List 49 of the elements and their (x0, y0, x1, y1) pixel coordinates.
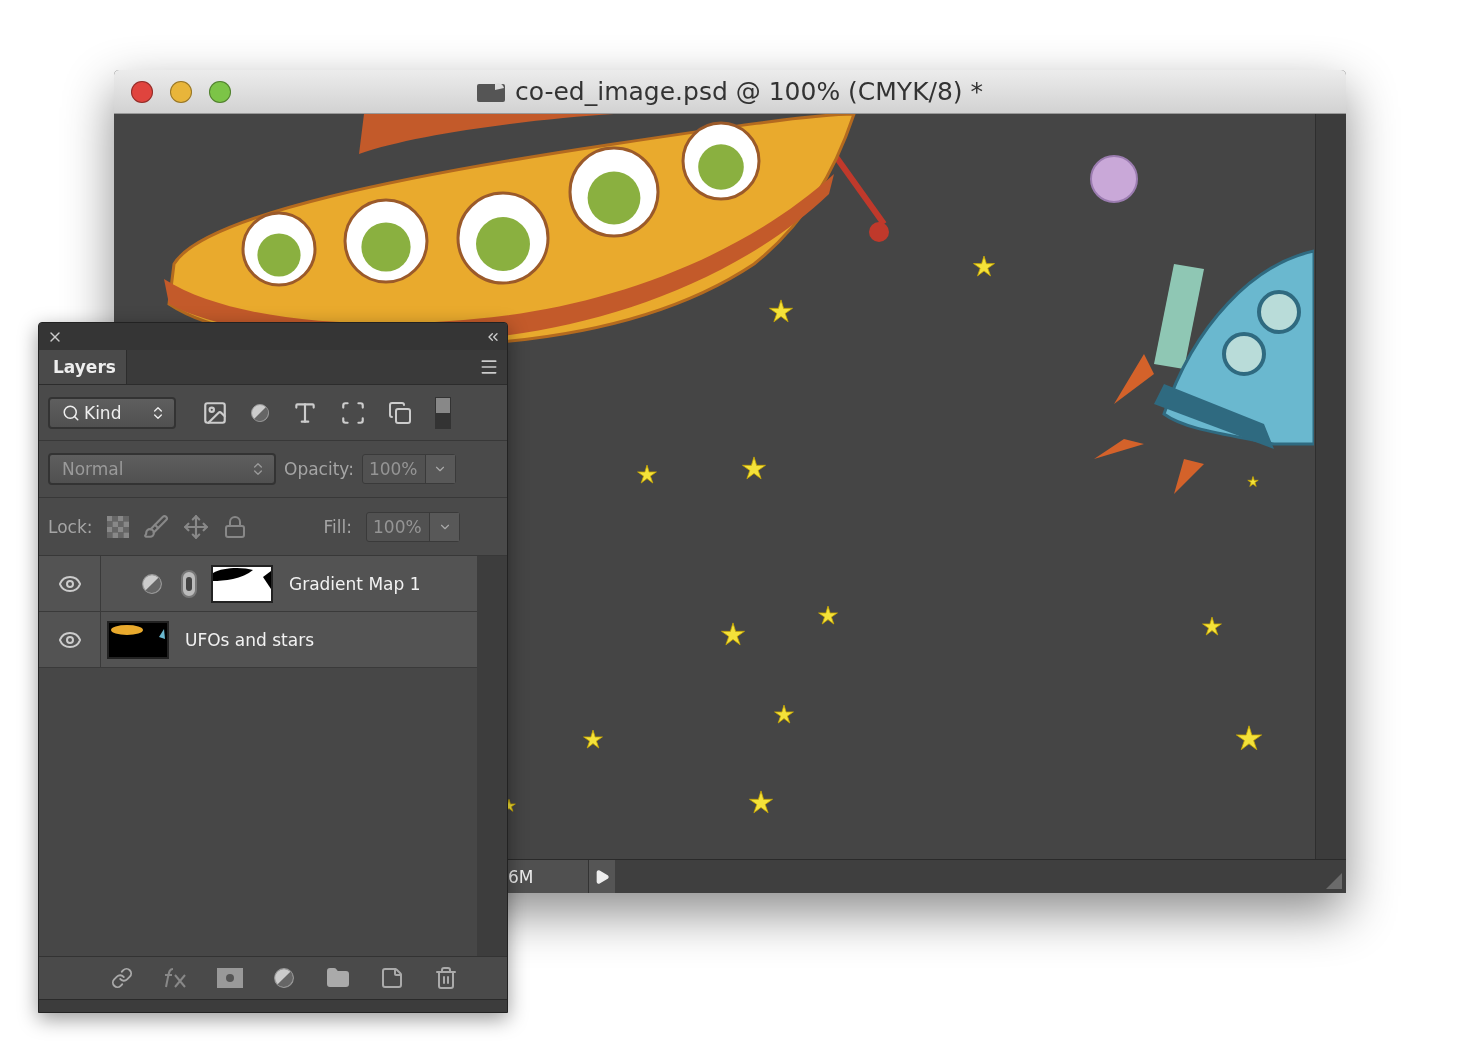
image-filter-icon[interactable] (202, 399, 228, 426)
play-icon (594, 868, 610, 885)
search-icon (62, 403, 80, 422)
layer-name: Gradient Map 1 (289, 573, 421, 594)
star-icon (769, 299, 793, 323)
star-icon (774, 704, 794, 724)
adjustment-filter-button[interactable] (250, 402, 270, 423)
mask-thumbnail (211, 564, 273, 603)
layers-tab[interactable]: Layers (39, 350, 127, 384)
star-icon (742, 456, 766, 480)
star-icon (1202, 616, 1222, 636)
opacity-label: Opacity: (284, 459, 354, 479)
chain-link-icon[interactable] (179, 568, 199, 599)
star-icon (1247, 476, 1259, 487)
layer-name: UFOs and stars (185, 629, 315, 650)
fill-label: Fill: (323, 516, 352, 537)
planet-drawing (1090, 155, 1138, 203)
star-icon (583, 729, 603, 749)
layer-thumbnail (107, 620, 169, 659)
layer-row[interactable]: Gradient Map 1 (39, 556, 477, 612)
filter-toggle-icon[interactable] (434, 395, 452, 430)
window-title: co-ed_image.psd @ 100% (CMYK/8) * (514, 77, 984, 106)
dropdown-button[interactable] (429, 512, 459, 541)
adjustment-icon (250, 402, 270, 423)
move-lock-icon[interactable] (182, 513, 209, 540)
adjustment-icon (141, 572, 163, 595)
smart-object-filter-icon[interactable] (388, 400, 412, 425)
lock-label: Lock: (48, 516, 93, 537)
zoom-button[interactable] (209, 80, 231, 103)
document-size: 6M (508, 866, 534, 887)
star-icon (818, 605, 838, 625)
layer-row[interactable]: UFOs and stars (39, 612, 477, 668)
filter-kind-select[interactable]: Kind (48, 396, 176, 429)
star-icon (973, 255, 995, 277)
star-icon (749, 790, 773, 814)
shape-filter-icon[interactable] (340, 399, 366, 426)
star-icon (721, 622, 745, 646)
brush-lock-icon[interactable] (142, 513, 169, 540)
star-icon (637, 464, 657, 484)
resize-grip-icon[interactable] (1326, 873, 1342, 889)
status-menu-button[interactable] (589, 860, 615, 893)
minimize-button[interactable] (170, 80, 192, 103)
transparency-lock-icon[interactable] (106, 515, 129, 538)
star-icon (1236, 725, 1262, 751)
close-button[interactable] (131, 80, 153, 103)
dropdown-button[interactable] (424, 455, 455, 483)
document-icon (476, 81, 505, 102)
padlock-icon[interactable] (222, 514, 247, 539)
adjustment-icon (273, 967, 295, 989)
